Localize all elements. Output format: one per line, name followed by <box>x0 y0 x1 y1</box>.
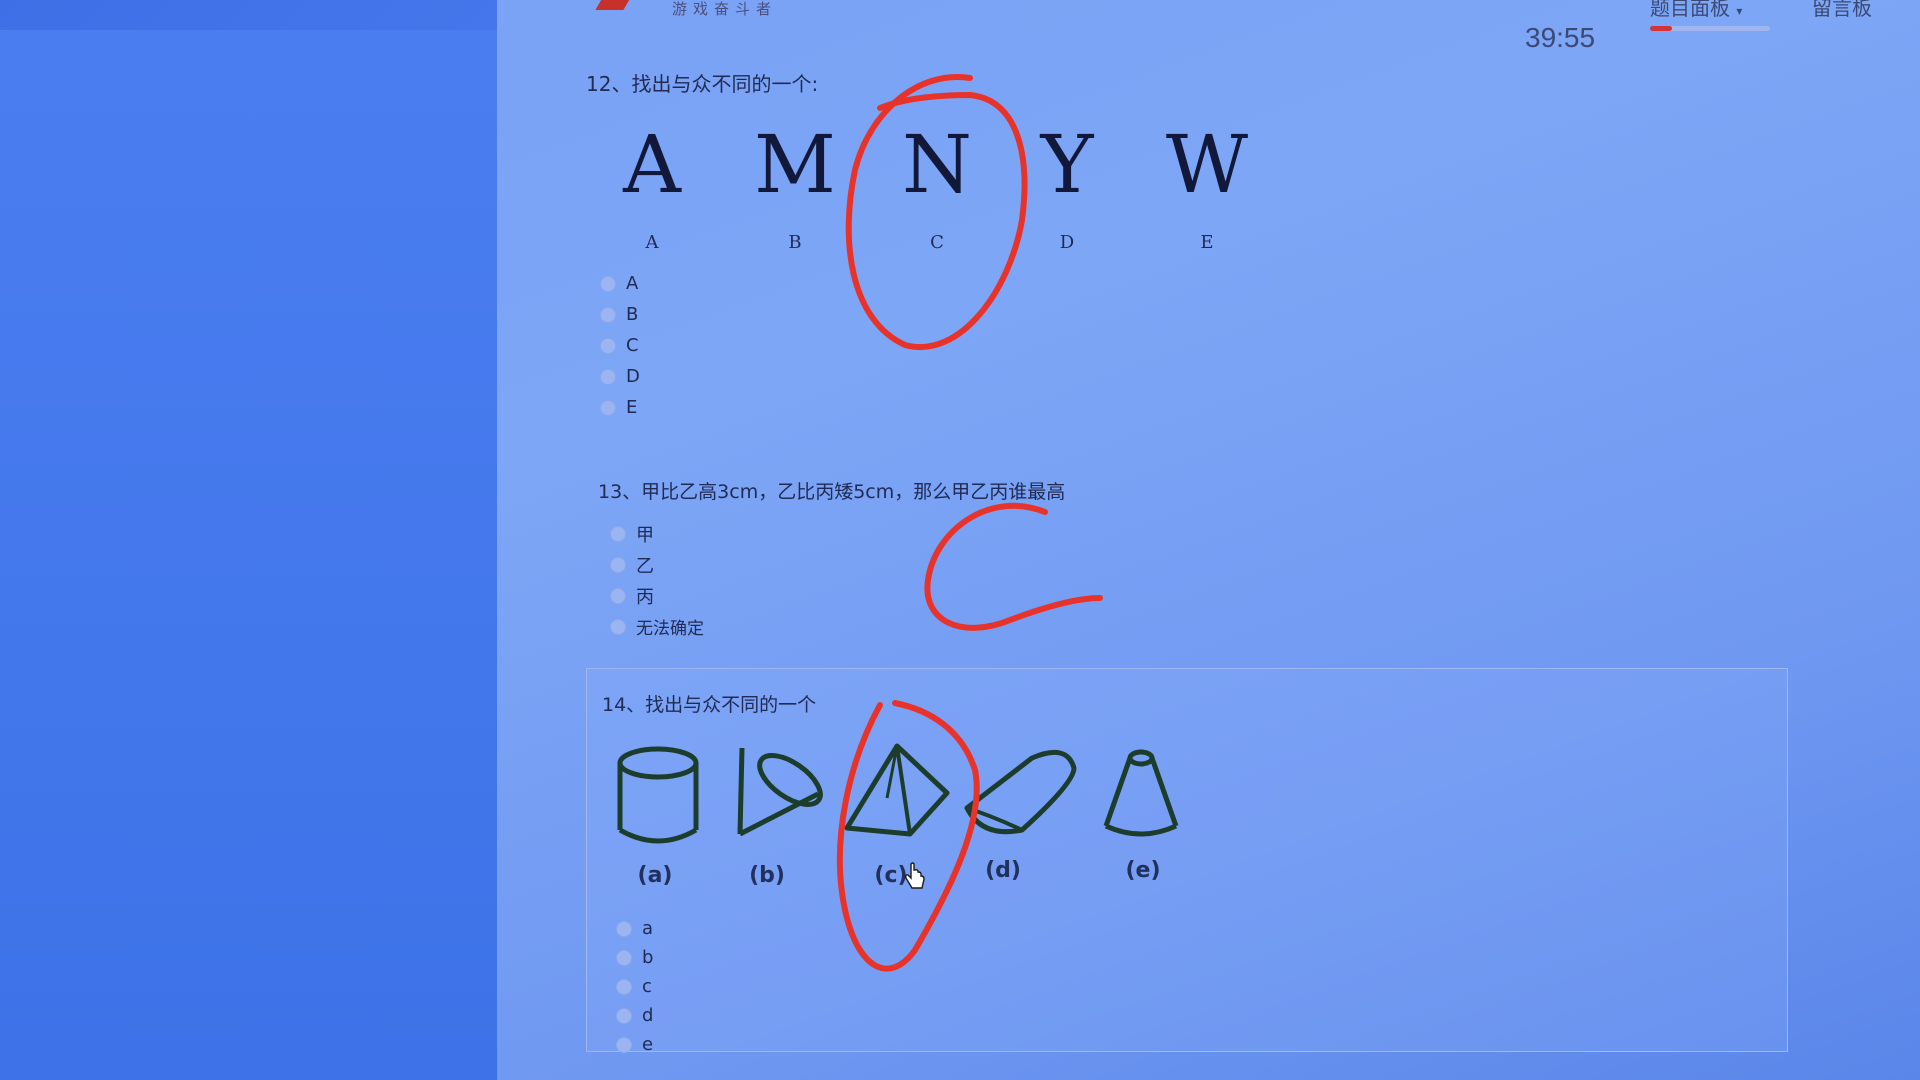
radio-button[interactable] <box>616 978 632 995</box>
countdown-timer: 39:55 <box>1525 22 1596 53</box>
option-a[interactable]: a <box>616 914 653 943</box>
radio-button[interactable] <box>600 368 616 385</box>
figure-caption: D <box>1059 232 1075 253</box>
radio-button[interactable] <box>616 1007 632 1024</box>
question-14-figures: (a) (b) (c) (d) (e) <box>610 738 1190 898</box>
question-14-options: a b c d e <box>616 914 653 1059</box>
figure-d: Y D <box>1017 118 1117 254</box>
option-d[interactable]: D <box>600 361 640 392</box>
option-label: C <box>626 335 639 356</box>
figure-caption: A <box>645 232 659 253</box>
pyramid-icon: (c) <box>842 738 952 888</box>
option-c[interactable]: c <box>616 972 653 1001</box>
message-board-link[interactable]: 留言板 <box>1812 0 1872 21</box>
option-label: b <box>642 947 654 968</box>
question-14-title: 14、找出与众不同的一个 <box>602 694 817 716</box>
figure-b: M B <box>745 118 845 254</box>
left-panel <box>0 30 497 1080</box>
chevron-down-icon: ▾ <box>1736 4 1743 18</box>
option-label: A <box>626 273 639 294</box>
option-label: 乙 <box>636 555 654 577</box>
question-12-figures: A A M B N C Y D W E <box>600 120 1250 260</box>
option-e[interactable]: E <box>600 392 640 423</box>
radio-button[interactable] <box>610 587 626 604</box>
option-label: a <box>642 918 654 939</box>
option-label: d <box>642 1005 654 1026</box>
figure-letter: W <box>1165 118 1249 211</box>
figure-letter: N <box>902 118 972 211</box>
figure-caption: C <box>930 232 944 253</box>
figure-caption: (b) <box>749 863 785 888</box>
question-panel-toggle[interactable]: 题目面板 ▾ <box>1650 0 1742 21</box>
radio-button[interactable] <box>616 949 632 966</box>
question-13-options: 甲 乙 丙 无法确定 <box>610 518 704 642</box>
radio-button[interactable] <box>616 1036 632 1053</box>
cone-sideways-icon: (b) <box>730 738 840 888</box>
brand-name: 游戏奋斗者 <box>672 0 778 18</box>
option-d[interactable]: d <box>616 1001 653 1030</box>
question-12-title: 12、找出与众不同的一个: <box>586 72 819 96</box>
option-label: E <box>626 397 638 418</box>
radio-button[interactable] <box>600 306 616 323</box>
option-b[interactable]: B <box>600 299 640 330</box>
panel-progress-bar <box>1650 26 1770 31</box>
radio-button[interactable] <box>610 556 626 573</box>
figure-letter: M <box>754 118 836 211</box>
radio-button[interactable] <box>600 275 616 292</box>
option-label: c <box>642 976 652 997</box>
figure-e: W E <box>1157 118 1257 254</box>
figure-caption: (c) <box>874 863 908 888</box>
option-label: 甲 <box>636 524 654 546</box>
figure-letter: Y <box>1040 118 1094 211</box>
truncated-cone-icon: (e) <box>1098 738 1208 883</box>
option-label: B <box>626 304 639 325</box>
option-e[interactable]: e <box>616 1030 653 1059</box>
radio-button[interactable] <box>610 525 626 542</box>
option-jia[interactable]: 甲 <box>610 518 704 549</box>
option-yi[interactable]: 乙 <box>610 549 704 580</box>
option-bing[interactable]: 丙 <box>610 580 704 611</box>
option-label: 无法确定 <box>636 619 704 639</box>
half-cylinder-icon: (d) <box>962 738 1077 883</box>
figure-caption: (e) <box>1125 858 1161 883</box>
option-label: e <box>642 1034 654 1055</box>
option-c[interactable]: C <box>600 330 640 361</box>
figure-caption: E <box>1200 232 1214 253</box>
cylinder-icon: (a) <box>610 738 720 888</box>
option-label: 丙 <box>636 586 654 608</box>
question-12-options: A B C D E <box>600 268 640 423</box>
figure-a: A A <box>602 118 702 254</box>
option-label: D <box>626 366 640 387</box>
radio-button[interactable] <box>616 920 632 937</box>
radio-button[interactable] <box>610 618 626 635</box>
figure-c: N C <box>887 118 987 254</box>
question-panel-label: 题目面板 <box>1650 0 1730 20</box>
figure-caption: (d) <box>985 858 1021 883</box>
hand-pointer-icon <box>903 862 927 898</box>
figure-caption: B <box>788 232 802 253</box>
option-undetermined[interactable]: 无法确定 <box>610 611 704 642</box>
option-b[interactable]: b <box>616 943 653 972</box>
radio-button[interactable] <box>600 399 616 416</box>
question-13-title: 13、甲比乙高3cm，乙比丙矮5cm，那么甲乙丙谁最高 <box>598 481 1066 503</box>
figure-caption: (a) <box>637 863 673 888</box>
radio-button[interactable] <box>600 337 616 354</box>
figure-letter: A <box>623 118 681 211</box>
option-a[interactable]: A <box>600 268 640 299</box>
